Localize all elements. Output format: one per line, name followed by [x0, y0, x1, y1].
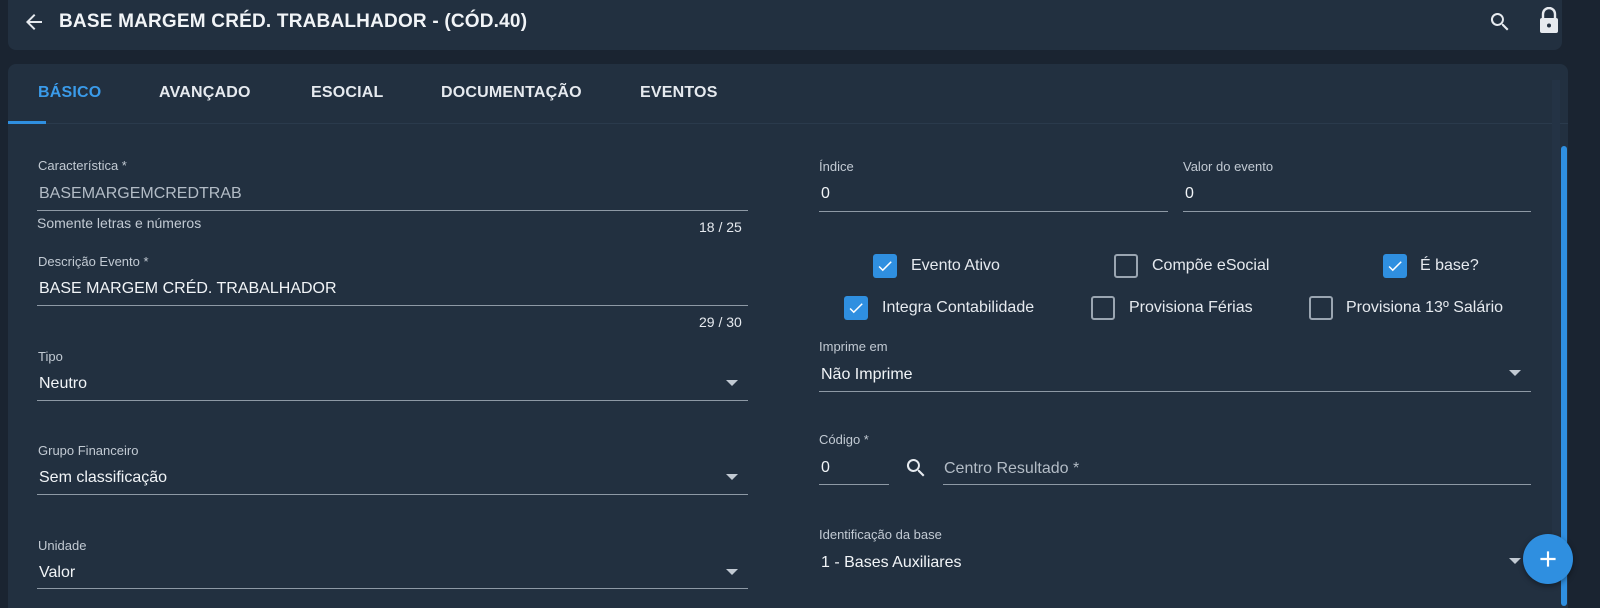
unidade-select[interactable]: Valor — [39, 564, 75, 582]
form-card: BÁSICO AVANÇADO ESOCIAL DOCUMENTAÇÃO EVE… — [8, 64, 1568, 608]
grupo-select[interactable]: Sem classificação — [39, 469, 167, 487]
integra-contabilidade-checkbox[interactable] — [844, 296, 868, 320]
provisiona-ferias-checkbox[interactable] — [1091, 296, 1115, 320]
scrollbar-track[interactable] — [1552, 80, 1560, 560]
imprime-underline — [819, 391, 1531, 392]
evento-ativo-checkbox[interactable] — [873, 254, 897, 278]
back-button[interactable] — [20, 8, 48, 36]
codigo-label: Código * — [819, 432, 869, 447]
page-title: BASE MARGEM CRÉD. TRABALHADOR - (CÓD.40) — [59, 11, 528, 32]
e-base-label: É base? — [1420, 257, 1479, 274]
caracteristica-underline — [37, 210, 748, 211]
compoe-esocial-checkbox[interactable] — [1114, 254, 1138, 278]
compoe-esocial-label: Compõe eSocial — [1152, 257, 1270, 274]
identificacao-label: Identificação da base — [819, 527, 942, 542]
indice-input[interactable]: 0 — [821, 185, 830, 203]
imprime-label: Imprime em — [819, 339, 888, 354]
plus-icon — [1540, 551, 1556, 567]
arrow-left-icon — [26, 14, 42, 30]
add-fab-button[interactable] — [1523, 534, 1573, 584]
tipo-chevron-down-icon[interactable] — [726, 380, 738, 386]
identificacao-chevron-down-icon[interactable] — [1509, 558, 1521, 564]
tab-eventos[interactable]: EVENTOS — [640, 84, 718, 102]
valor-evento-label: Valor do evento — [1183, 159, 1274, 174]
scrollbar-thumb[interactable] — [1561, 146, 1567, 606]
imprime-chevron-down-icon[interactable] — [1509, 370, 1521, 376]
app-header: BASE MARGEM CRÉD. TRABALHADOR - (CÓD.40) — [8, 0, 1562, 50]
integra-contabilidade-label: Integra Contabilidade — [882, 299, 1035, 316]
evento-ativo-label: Evento Ativo — [911, 257, 1000, 274]
tab-avancado[interactable]: AVANÇADO — [159, 84, 251, 102]
codigo-search-button[interactable] — [901, 453, 931, 483]
grupo-chevron-down-icon[interactable] — [726, 474, 738, 480]
valor-evento-input[interactable]: 0 — [1185, 185, 1194, 203]
tipo-select[interactable]: Neutro — [39, 375, 87, 393]
checkmark-icon — [1388, 261, 1402, 272]
checkmark-icon — [849, 303, 863, 314]
tab-esocial[interactable]: ESOCIAL — [311, 84, 384, 102]
tab-bar: BÁSICO AVANÇADO ESOCIAL DOCUMENTAÇÃO EVE… — [8, 64, 1568, 124]
grupo-underline — [37, 494, 748, 495]
provisiona-13-salario-checkbox[interactable] — [1309, 296, 1333, 320]
identificacao-select[interactable]: 1 - Bases Auxiliares — [821, 554, 962, 572]
descricao-label: Descrição Evento * — [38, 254, 149, 269]
caracteristica-input[interactable]: BASEMARGEMCREDTRAB — [39, 185, 242, 203]
search-button[interactable] — [1486, 8, 1514, 36]
unidade-label: Unidade — [38, 538, 87, 553]
provisiona-13-salario-label: Provisiona 13º Salário — [1346, 299, 1504, 316]
imprime-select[interactable]: Não Imprime — [821, 366, 913, 384]
lock-button[interactable] — [1535, 6, 1563, 36]
active-tab-indicator — [8, 121, 46, 124]
provisiona-ferias-label: Provisiona Férias — [1129, 299, 1253, 316]
lock-icon — [1540, 7, 1558, 33]
centro-resultado-underline — [943, 484, 1531, 485]
caracteristica-counter: 18 / 25 — [699, 219, 742, 235]
unidade-underline — [37, 588, 748, 589]
caracteristica-helper: Somente letras e números — [37, 215, 202, 231]
grupo-label: Grupo Financeiro — [38, 443, 139, 458]
indice-underline — [819, 211, 1168, 212]
descricao-underline — [37, 305, 748, 306]
descricao-input[interactable]: BASE MARGEM CRÉD. TRABALHADOR — [39, 280, 337, 298]
codigo-underline — [819, 484, 889, 485]
caracteristica-label: Característica * — [38, 158, 127, 173]
checkmark-icon — [878, 261, 892, 272]
centro-resultado-input[interactable]: Centro Resultado * — [944, 460, 1079, 478]
valor-evento-underline — [1183, 211, 1531, 212]
descricao-counter: 29 / 30 — [699, 314, 742, 330]
codigo-input[interactable]: 0 — [821, 459, 830, 477]
indice-label: Índice — [819, 159, 854, 174]
tipo-label: Tipo — [38, 349, 63, 364]
unidade-chevron-down-icon[interactable] — [726, 569, 738, 575]
search-icon — [906, 459, 925, 477]
e-base-checkbox[interactable] — [1383, 254, 1407, 278]
tipo-underline — [37, 400, 748, 401]
tab-basico[interactable]: BÁSICO — [38, 84, 101, 102]
search-icon — [1490, 13, 1509, 31]
tab-documentacao[interactable]: DOCUMENTAÇÃO — [441, 84, 582, 102]
